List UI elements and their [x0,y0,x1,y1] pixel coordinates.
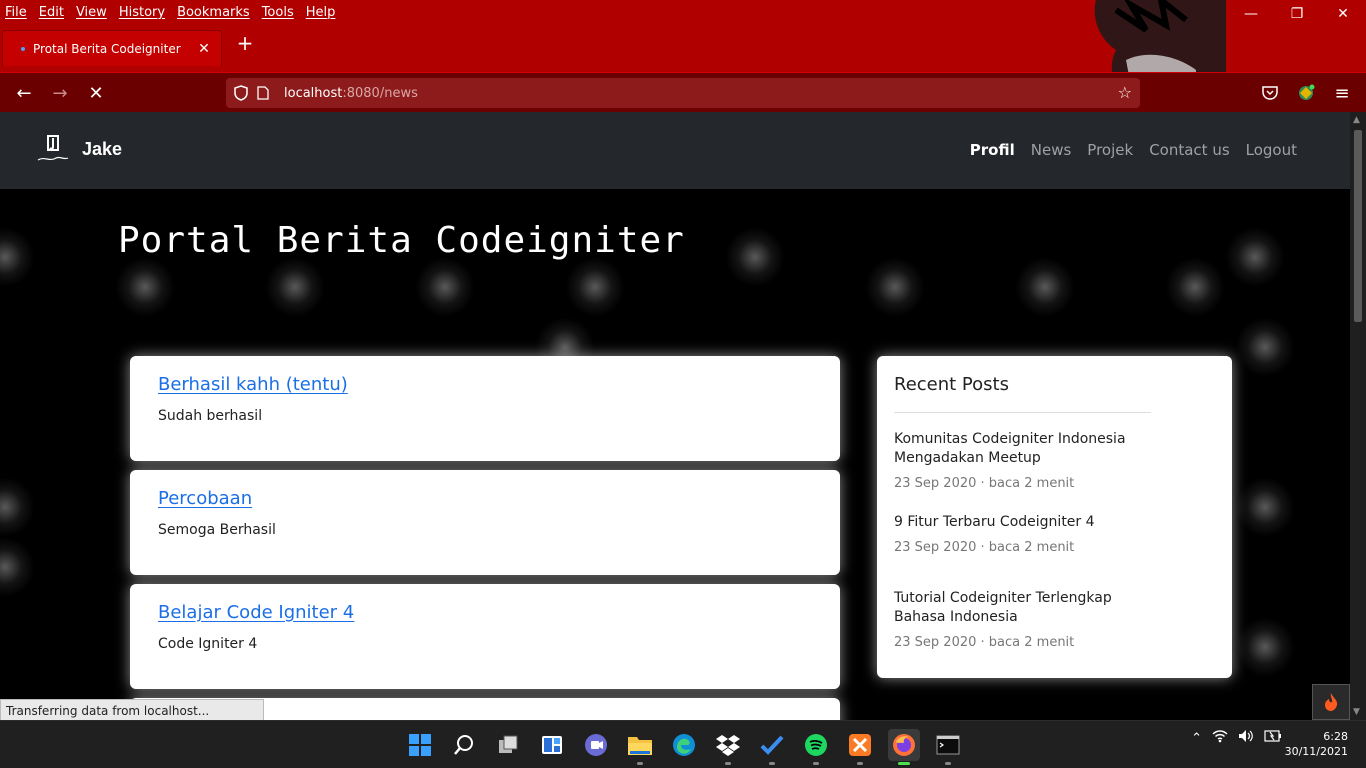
news-body: Sudah berhasil [158,408,263,424]
taskbar: ⌃ 6:28 30/11/2021 [0,720,1366,768]
volume-icon[interactable] [1238,729,1254,747]
tab-title: Protal Berita Codeigniter [33,41,181,56]
file-explorer-icon[interactable] [624,729,656,765]
nav-link-news[interactable]: News [1031,141,1072,159]
edge-browser-icon[interactable] [668,729,700,761]
recent-post-item[interactable]: 9 Fitur Terbaru Codeigniter 4 23 Sep 202… [894,513,1154,555]
address-bar[interactable]: localhost:8080/news ☆ [226,78,1140,108]
spotify-icon[interactable] [800,729,832,765]
scroll-up-icon[interactable]: ▲ [1353,115,1360,125]
recent-posts-heading: Recent Posts [894,374,1009,395]
clock-date: 30/11/2021 [1284,745,1348,758]
news-title-link[interactable]: Belajar Code Igniter 4 [158,602,354,623]
task-view-icon[interactable] [492,729,524,761]
tray-overflow-chevron-icon[interactable]: ⌃ [1191,731,1202,746]
news-title-link[interactable]: Berhasil kahh (tentu) [158,374,348,395]
loading-dot-icon [21,46,25,51]
forward-arrow-icon[interactable]: → [48,81,72,105]
recent-post-meta: 23 Sep 2020 · baca 2 menit [894,635,1075,650]
battery-icon[interactable] [1264,730,1282,746]
news-body: Code Igniter 4 [158,636,258,652]
news-card: Berhasil kahh (tentu) Sudah berhasil [130,356,840,461]
status-bar: Transferring data from localhost... [0,699,264,721]
menu-bookmarks[interactable]: Bookmarks [171,5,256,20]
tab-active[interactable]: Protal Berita Codeigniter ✕ [2,30,222,66]
todo-checkmark-icon[interactable] [756,729,788,765]
news-card: Percobaan Semoga Berhasil [130,470,840,575]
nav-link-profil[interactable]: Profil [970,141,1015,159]
dropbox-icon[interactable] [712,729,744,765]
menu-help[interactable]: Help [300,5,342,20]
system-tray: ⌃ [1191,729,1282,747]
shield-icon[interactable] [230,85,252,101]
back-arrow-icon[interactable]: ← [12,81,36,105]
terminal-icon[interactable] [932,729,964,765]
recent-post-title[interactable]: Komunitas Codeigniter Indonesia Mengadak… [894,430,1154,468]
web-page: Jake Profil News Projek Contact us Logou… [0,112,1350,720]
scrollbar-thumb[interactable] [1354,130,1362,322]
page-icon[interactable] [252,86,274,100]
nav-link-projek[interactable]: Projek [1087,141,1133,159]
recent-post-meta: 23 Sep 2020 · baca 2 menit [894,476,1075,491]
divider [894,412,1151,413]
minimize-button[interactable]: — [1228,0,1274,28]
codeigniter-debug-icon[interactable] [1312,684,1350,720]
start-windows-icon[interactable] [404,729,436,761]
nav-link-contact[interactable]: Contact us [1149,141,1229,159]
bookmark-star-icon[interactable]: ☆ [1118,83,1132,102]
nav-link-logout[interactable]: Logout [1246,141,1297,159]
recent-post-title[interactable]: Tutorial Codeigniter Terlengkap Bahasa I… [894,589,1154,627]
brand-name: Jake [82,138,123,159]
page-scrollbar[interactable]: ▲ ▼ [1350,112,1366,720]
recent-post-meta: 23 Sep 2020 · baca 2 menit [894,540,1075,555]
close-window-button[interactable]: ✕ [1320,0,1366,28]
news-card: Belajar Code Igniter 4 Code Igniter 4 [130,584,840,689]
new-tab-button[interactable]: + [234,32,256,54]
site-navbar: Jake Profil News Projek Contact us Logou… [0,112,1350,189]
menu-view[interactable]: View [70,5,113,20]
scroll-down-icon[interactable]: ▼ [1353,707,1360,717]
recent-posts-panel: Recent Posts Komunitas Codeigniter Indon… [877,356,1232,678]
brand-logo-icon [36,134,70,164]
recent-post-title[interactable]: 9 Fitur Terbaru Codeigniter 4 [894,513,1154,532]
widgets-icon[interactable] [536,729,568,761]
news-title-link[interactable]: Percobaan [158,488,252,509]
news-body: Semoga Berhasil [158,522,276,538]
search-icon[interactable] [448,729,480,761]
site-nav-links: Profil News Projek Contact us Logout [970,141,1297,159]
xampp-icon[interactable] [844,729,876,765]
navigation-toolbar: ← → ✕ localhost:8080/news ☆ ≡ [0,72,1366,112]
menu-file[interactable]: File [0,5,33,20]
window-controls: — ❐ ✕ [1228,0,1366,28]
menu-tools[interactable]: Tools [256,5,300,20]
recent-post-item[interactable]: Tutorial Codeigniter Terlengkap Bahasa I… [894,589,1154,650]
brand[interactable]: Jake [36,134,122,164]
pocket-icon[interactable] [1258,81,1282,105]
menu-history[interactable]: History [113,5,171,20]
extension-icon[interactable] [1294,81,1318,105]
menu-edit[interactable]: Edit [33,5,70,20]
wifi-icon[interactable] [1212,729,1228,747]
clock[interactable]: 6:28 30/11/2021 [1285,729,1348,759]
page-title: Portal Berita Codeigniter [118,220,685,261]
teams-chat-icon[interactable] [580,729,612,761]
url-host: localhost [284,85,343,101]
stop-loading-icon[interactable]: ✕ [84,81,108,105]
firefox-icon[interactable] [888,729,920,765]
clock-time: 6:28 [1323,730,1348,743]
restore-button[interactable]: ❐ [1274,0,1320,28]
url-path: :8080/news [342,85,418,101]
recent-post-item[interactable]: Komunitas Codeigniter Indonesia Mengadak… [894,430,1154,491]
close-tab-icon[interactable]: ✕ [193,41,215,57]
hamburger-menu-icon[interactable]: ≡ [1330,81,1354,105]
